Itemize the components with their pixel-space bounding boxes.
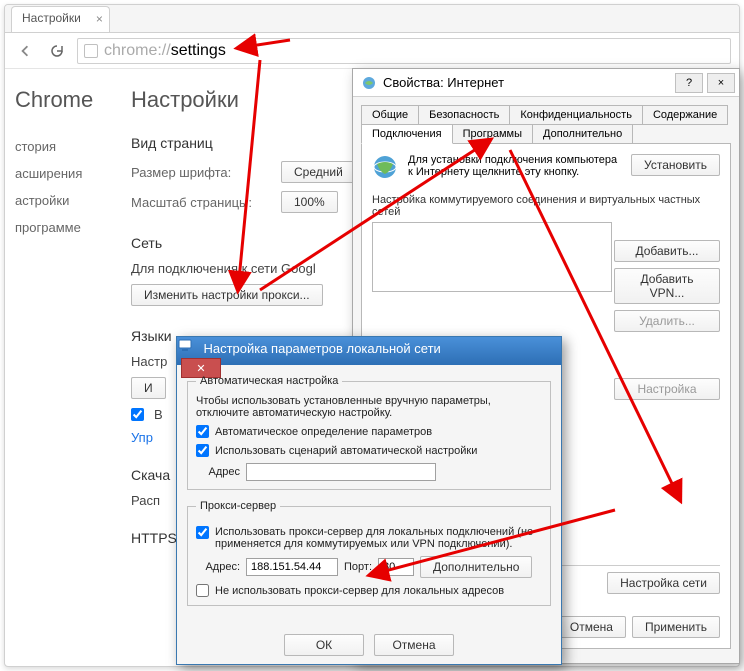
close-button[interactable]: × xyxy=(707,73,735,93)
close-icon[interactable]: × xyxy=(96,12,103,26)
sidebar-item[interactable]: программе xyxy=(15,214,115,241)
browser-toolbar: chrome://settings xyxy=(5,33,739,69)
font-size-select[interactable]: Средний xyxy=(281,161,356,183)
use-proxy-label: Использовать прокси-сервер для локальных… xyxy=(215,526,542,550)
tab-advanced[interactable]: Дополнительно xyxy=(532,124,633,144)
proxy-advanced-button[interactable]: Дополнительно xyxy=(420,556,532,578)
reload-button[interactable] xyxy=(45,39,69,63)
sidebar-item[interactable]: стория xyxy=(15,133,115,160)
dialog-title: Свойства: Интернет xyxy=(383,75,671,90)
back-icon xyxy=(19,45,31,57)
proxy-group: Прокси-сервер Использовать прокси-сервер… xyxy=(187,500,551,606)
cancel-button[interactable]: Отмена xyxy=(374,634,454,656)
browser-tabbar: Настройки × xyxy=(5,5,739,33)
reload-icon xyxy=(50,44,64,58)
tab-programs[interactable]: Программы xyxy=(452,124,533,144)
lang-check-label: В xyxy=(154,407,163,422)
auto-config-legend: Автоматическая настройка xyxy=(196,375,342,387)
lang-button[interactable]: И xyxy=(131,377,166,399)
delete-button: Удалить... xyxy=(614,310,720,332)
bypass-local-checkbox[interactable] xyxy=(196,584,209,597)
tab-strip: Общие Безопасность Конфиденциальность Со… xyxy=(361,105,731,143)
dl-label: Расп xyxy=(131,493,160,508)
auto-script-checkbox[interactable] xyxy=(196,444,209,457)
tab-security[interactable]: Безопасность xyxy=(418,105,510,125)
connections-listbox[interactable] xyxy=(372,222,612,292)
proxy-port-input[interactable] xyxy=(378,558,414,576)
auto-config-group: Автоматическая настройка Чтобы использов… xyxy=(187,375,551,490)
settings-sidebar: Chrome стория асширения астройки програм… xyxy=(5,69,115,666)
url-scheme: chrome:// xyxy=(104,42,171,59)
lang-link[interactable]: Упр xyxy=(131,430,153,445)
globe-icon xyxy=(372,154,398,180)
lang-checkbox[interactable] xyxy=(131,408,144,421)
tab-privacy[interactable]: Конфиденциальность xyxy=(509,105,643,125)
auto-script-label: Использовать сценарий автоматической нас… xyxy=(215,445,477,457)
cancel-button[interactable]: Отмена xyxy=(557,616,626,638)
back-button[interactable] xyxy=(13,39,37,63)
font-size-label: Размер шрифта: xyxy=(131,165,271,180)
auto-detect-label: Автоматическое определение параметров xyxy=(215,426,432,438)
page-icon xyxy=(84,44,98,58)
zoom-label: Масштаб страницы: xyxy=(131,195,271,210)
dialup-label: Настройка коммутируемого соединения и ви… xyxy=(372,194,720,218)
lang-desc: Настр xyxy=(131,354,167,369)
change-proxy-button[interactable]: Изменить настройки прокси... xyxy=(131,284,323,306)
add-vpn-button[interactable]: Добавить VPN... xyxy=(614,268,720,304)
url-path: settings xyxy=(171,42,226,59)
add-button[interactable]: Добавить... xyxy=(614,240,720,262)
address-bar[interactable]: chrome://settings xyxy=(77,38,731,64)
auto-detect-checkbox[interactable] xyxy=(196,425,209,438)
proxy-addr-label: Адрес: xyxy=(196,561,240,573)
sidebar-item[interactable]: астройки xyxy=(15,187,115,214)
net-desc: Для подключения к сети Googl xyxy=(131,261,316,276)
proxy-port-label: Порт: xyxy=(344,561,372,573)
zoom-select[interactable]: 100% xyxy=(281,191,338,213)
bypass-local-label: Не использовать прокси-сервер для локаль… xyxy=(215,585,504,597)
proxy-legend: Прокси-сервер xyxy=(196,500,280,512)
tab-title: Настройки xyxy=(22,11,81,25)
dialog-title: Настройка параметров локальной сети xyxy=(203,341,440,356)
dialog-icon xyxy=(177,337,193,353)
tab-content[interactable]: Содержание xyxy=(642,105,728,125)
setup-hint: Для установки подключения компьютера к И… xyxy=(408,154,621,178)
tab-connections[interactable]: Подключения xyxy=(361,124,453,144)
use-proxy-checkbox[interactable] xyxy=(196,526,209,539)
help-button[interactable]: ? xyxy=(675,73,703,93)
setup-button[interactable]: Установить xyxy=(631,154,720,176)
proxy-addr-input[interactable] xyxy=(246,558,338,576)
tab-general[interactable]: Общие xyxy=(361,105,419,125)
auto-config-desc: Чтобы использовать установленные вручную… xyxy=(196,395,542,419)
ok-button[interactable]: ОК xyxy=(284,634,364,656)
script-addr-input[interactable] xyxy=(246,463,436,481)
lan-settings-button[interactable]: Настройка сети xyxy=(607,572,720,594)
lan-settings-dialog: Настройка параметров локальной сети ✕ Ав… xyxy=(176,336,562,665)
dialog-icon xyxy=(361,75,377,91)
app-name: Chrome xyxy=(15,87,115,113)
sidebar-item[interactable]: асширения xyxy=(15,160,115,187)
script-addr-label: Адрес xyxy=(196,466,240,478)
settings-button: Настройка xyxy=(614,378,720,400)
apply-button[interactable]: Применить xyxy=(632,616,720,638)
browser-tab[interactable]: Настройки × xyxy=(11,6,110,32)
